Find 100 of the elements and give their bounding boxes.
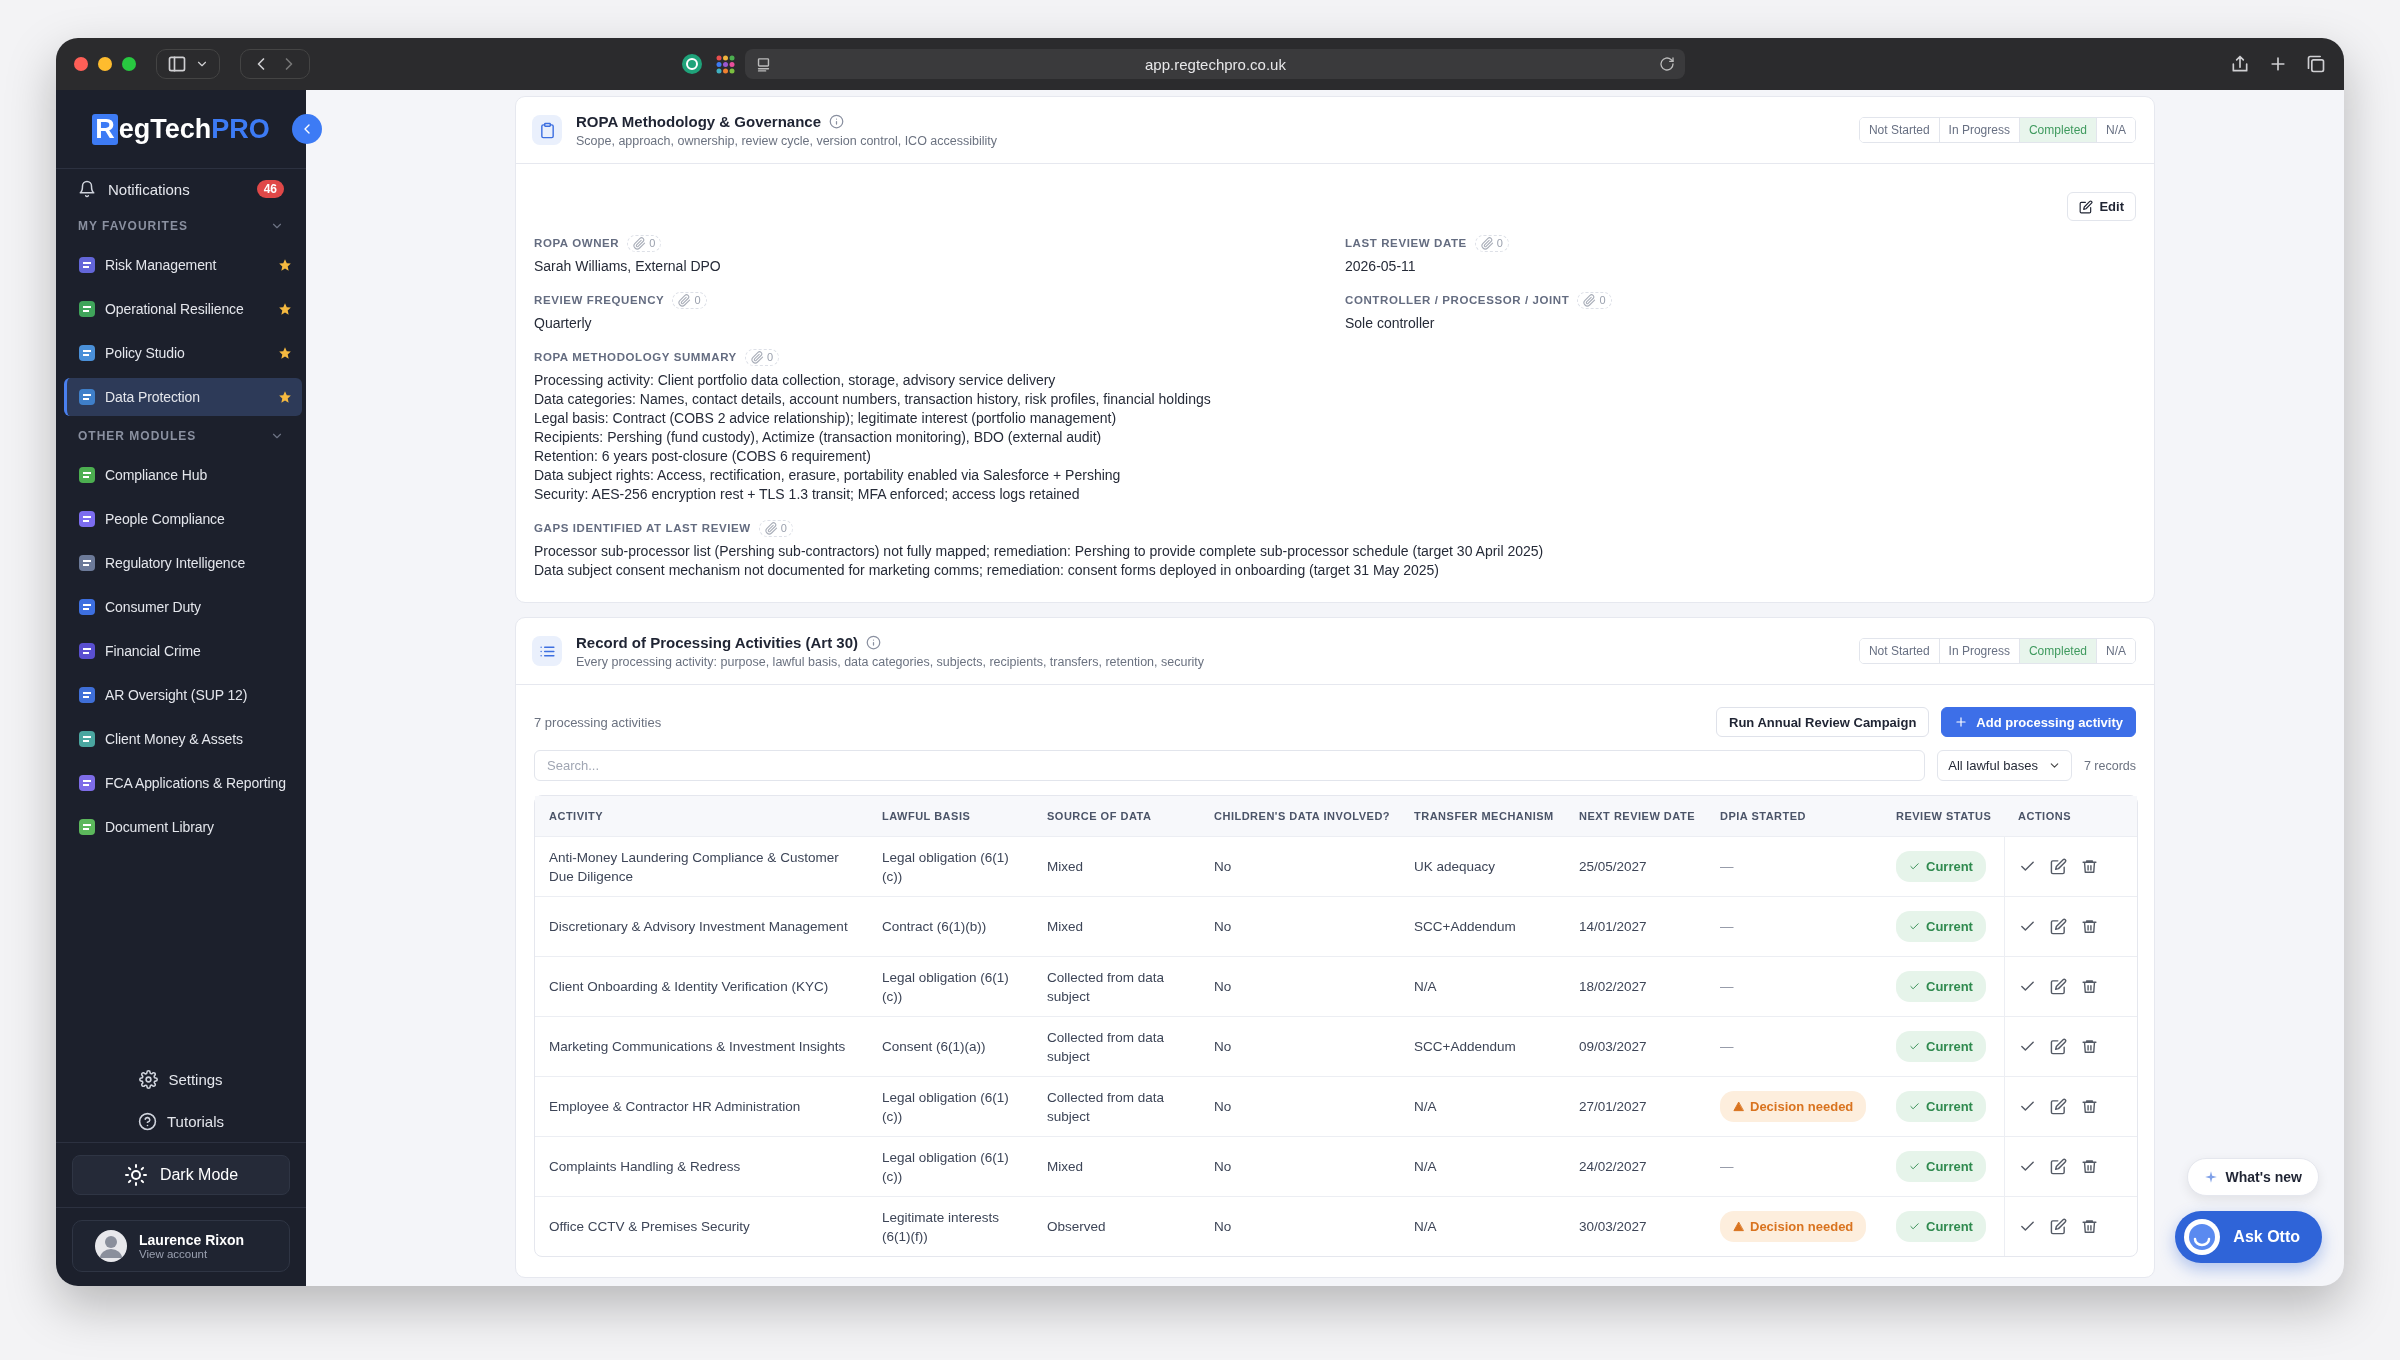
delete-icon[interactable] (2081, 1158, 2098, 1175)
field-value: Quarterly (534, 314, 593, 333)
apps-grid-icon[interactable] (716, 54, 735, 74)
tabs-icon[interactable] (2306, 54, 2326, 74)
dpia-empty: — (1720, 859, 1734, 874)
edit-icon[interactable] (2050, 858, 2067, 875)
check-icon (1909, 981, 1920, 992)
sidebar-item[interactable]: FCA Applications & Reporting (64, 764, 302, 802)
sidebar-item[interactable]: Policy Studio (64, 334, 302, 372)
check-icon (1909, 921, 1920, 932)
review-campaign-button[interactable]: Run Annual Review Campaign (1716, 707, 1930, 737)
edit-icon[interactable] (2050, 918, 2067, 935)
delete-icon[interactable] (2081, 918, 2098, 935)
table-cell: 27/01/2027 (1565, 1076, 1706, 1136)
paperclip-icon (764, 521, 778, 535)
sidebar-item[interactable]: Data Protection (64, 378, 302, 416)
info-icon[interactable] (866, 634, 882, 650)
delete-icon[interactable] (2081, 1098, 2098, 1115)
minimize-button[interactable] (98, 57, 112, 71)
notifications-item[interactable]: Notifications 46 (68, 169, 294, 209)
star-icon[interactable] (278, 258, 292, 272)
whats-new-button[interactable]: What's new (2186, 1158, 2319, 1196)
column-header: NEXT REVIEW DATE (1565, 796, 1706, 836)
add-activity-button[interactable]: Add processing activity (1941, 707, 2136, 737)
field-value: Sole controller (1345, 314, 1436, 333)
table-cell: N/A (1400, 1136, 1565, 1196)
account-card[interactable]: Laurence Rixon View account (72, 1220, 290, 1272)
dpia-badge: Decision needed (1720, 1211, 1867, 1242)
status-badge: Current (1896, 911, 1986, 942)
share-icon[interactable] (2230, 54, 2250, 74)
column-header: LAWFUL BASIS (868, 796, 1033, 836)
table-cell: Consent (6(1)(a)) (868, 1016, 1033, 1076)
sidebar-item[interactable]: Compliance Hub (64, 456, 302, 494)
extension-icon[interactable] (682, 54, 702, 74)
field-value: Sarah Williams, External DPO (534, 257, 722, 276)
collapse-sidebar-button[interactable] (292, 114, 322, 144)
status-badge: Current (1896, 1211, 1986, 1242)
warning-icon (1733, 1101, 1744, 1112)
status-badge: Current (1896, 851, 1986, 882)
sun-icon (123, 1163, 148, 1187)
dpia-empty: — (1720, 919, 1734, 934)
status-badge: Current (1896, 971, 1986, 1002)
table-cell: Legal obligation (6(1)(c)) (868, 836, 1033, 896)
sidebar-item[interactable]: Consumer Duty (64, 588, 302, 626)
table-cell: Employee & Contractor HR Administration (535, 1076, 868, 1136)
paperclip-icon (678, 293, 692, 307)
table-cell: Collected from data subject (1033, 1016, 1200, 1076)
sidebar-item[interactable]: Document Library (64, 808, 302, 846)
page-icon[interactable] (755, 55, 772, 73)
star-icon[interactable] (278, 302, 292, 316)
ask-otto-button[interactable]: Ask Otto (2175, 1211, 2322, 1263)
column-header: TRANSFER MECHANISM (1400, 796, 1565, 836)
status-badge: Current (1896, 1151, 1986, 1182)
reload-icon[interactable] (1659, 56, 1675, 72)
sidebar-item[interactable]: Client Money & Assets (64, 720, 302, 758)
edit-icon[interactable] (2050, 1218, 2067, 1235)
delete-icon[interactable] (2081, 1218, 2098, 1235)
star-icon[interactable] (278, 390, 292, 404)
check-icon (1909, 1161, 1920, 1172)
status-badge: Current (1896, 1031, 1986, 1062)
dark-mode-button[interactable]: Dark Mode (72, 1155, 290, 1195)
table-cell: No (1200, 956, 1400, 1016)
sidebar-item[interactable]: Risk Management (64, 246, 302, 284)
field-value: Processor sub-processor list (Pershing sub-contractors) not fully mapped; remediation: Pershing to provide complete sub-processor schedule (target 30 April 2025) Data subject consent mechanism not documented for marketing comms; remediation: consent forms deployed in onboarding (target 31 May 2025) (534, 542, 1544, 580)
delete-icon[interactable] (2081, 978, 2098, 995)
close-button[interactable] (74, 57, 88, 71)
edit-icon[interactable] (2050, 978, 2067, 995)
settings-link[interactable]: Settings (56, 1058, 306, 1100)
lawful-basis-dropdown[interactable]: All lawful bases (1937, 750, 2072, 781)
sidebar-icon[interactable] (167, 54, 187, 74)
edit-icon[interactable] (2050, 1038, 2067, 1055)
edit-icon[interactable] (2050, 1158, 2067, 1175)
table-cell: No (1200, 836, 1400, 896)
sidebar-item[interactable]: Financial Crime (64, 632, 302, 670)
sidebar-item[interactable]: AR Oversight (SUP 12) (64, 676, 302, 714)
column-header: ACTIONS (2004, 796, 2137, 836)
column-header: DPIA STARTED (1706, 796, 1882, 836)
status-option[interactable]: N/A (2096, 639, 2135, 663)
maximize-button[interactable] (122, 57, 136, 71)
table-cell: No (1200, 1016, 1400, 1076)
delete-icon[interactable] (2081, 1038, 2098, 1055)
delete-icon[interactable] (2081, 858, 2098, 875)
status-option[interactable]: N/A (2096, 118, 2135, 142)
search-field[interactable]: Search... (534, 750, 1926, 781)
edit-icon[interactable] (2050, 1098, 2067, 1115)
field-value: Processing activity: Client portfolio data collection, storage, advisory service delivery Data categories: Names, contact details, account numbers, transaction history, risk profiles, financial holdings Legal basis: Contract (COBS 2 advice relationship); legitimate interest (portfolio management) Recipients: Pershing (fund custody), Actimize (transaction monitoring), BDO (external audit) Retention: 6 years post-closure (COBS 6 requirement) Data subject rights: Access, rectification, erasure, portability enabled via Salesforce + Pershing Security: AES-256 encryption rest + TLS 1.3 transit; MFA enforced; access logs retained (534, 371, 1212, 504)
card-title: Record of Processing Activities (Art 30) (576, 633, 859, 651)
check-icon (1909, 1221, 1920, 1232)
star-icon[interactable] (278, 346, 292, 360)
tutorials-link[interactable]: Tutorials (56, 1100, 306, 1142)
avatar (95, 1230, 127, 1262)
info-icon[interactable] (829, 113, 845, 129)
sidebar-item[interactable]: Operational Resilience (64, 290, 302, 328)
field-label: CONTROLLER / PROCESSOR / JOINT (1345, 294, 1570, 306)
sidebar-item[interactable]: Regulatory Intelligence (64, 544, 302, 582)
account-name: Laurence Rixon (139, 1232, 245, 1248)
table-cell: N/A (1400, 956, 1565, 1016)
table-cell: Complaints Handling & Redress (535, 1136, 868, 1196)
sidebar-item[interactable]: People Compliance (64, 500, 302, 538)
edit-button[interactable]: Edit (2067, 192, 2136, 221)
